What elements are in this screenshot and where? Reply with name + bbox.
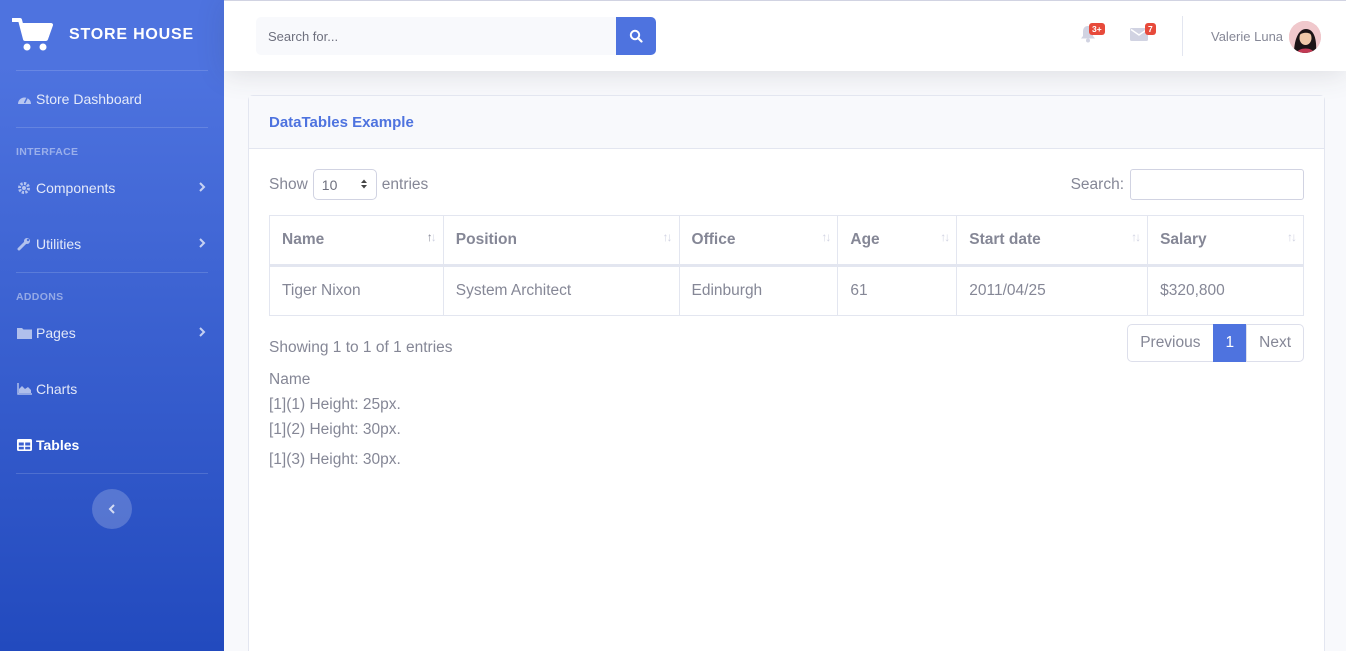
brand-link[interactable]: STORE HOUSE xyxy=(0,0,224,70)
avatar[interactable] xyxy=(1289,21,1321,53)
user-name[interactable]: Valerie Luna xyxy=(1211,29,1283,44)
table-cell: $320,800 xyxy=(1147,265,1304,316)
search-button[interactable] xyxy=(616,17,656,55)
table-cell: System Architect xyxy=(442,265,680,316)
sidebar-item-label: Charts xyxy=(36,381,78,397)
entries-label: entries xyxy=(381,175,429,193)
table-cell: 2011/04/25 xyxy=(956,265,1149,316)
note-line: [1](3) Height: 30px. xyxy=(269,451,401,468)
sidebar-heading-addons: ADDONS xyxy=(16,291,64,303)
table-filter: Search: xyxy=(1071,169,1304,200)
search-input[interactable] xyxy=(256,17,616,55)
note-line: Name xyxy=(269,371,311,388)
alerts-button[interactable]: 3+ xyxy=(1080,23,1105,48)
sidebar-item-components[interactable]: Components xyxy=(0,160,224,216)
column-header-salary[interactable]: Salary ↑↓ xyxy=(1147,215,1304,267)
sort-icon: ↑↓ xyxy=(940,230,950,244)
note-line: [1](1) Height: 25px. xyxy=(269,396,401,413)
sidebar-item-label: Utilities xyxy=(36,236,82,252)
sidebar-item-tables[interactable]: Tables xyxy=(0,417,224,473)
table-header-row: Name ↑↓ Position ↑↓ Office ↑↓ Age ↑↓ Sta… xyxy=(269,215,1304,267)
sidebar-item-label: Tables xyxy=(36,437,80,453)
cart-icon xyxy=(12,18,53,51)
messages-badge: 7 xyxy=(1145,23,1156,35)
table-cell: Edinburgh xyxy=(678,265,839,316)
pagination: Previous 1 Next xyxy=(1127,324,1304,362)
data-table: Name ↑↓ Position ↑↓ Office ↑↓ Age ↑↓ Sta… xyxy=(269,215,1304,316)
card-body: Show 10 entries Search: Name ↑↓ Position… xyxy=(249,149,1324,468)
column-header-position[interactable]: Position ↑↓ xyxy=(442,215,680,267)
datatable-card: DataTables Example Show 10 entries Searc… xyxy=(248,95,1325,651)
search-label: Search: xyxy=(1070,175,1124,193)
table-cell: 61 xyxy=(837,265,958,316)
column-header-start-date[interactable]: Start date ↑↓ xyxy=(956,215,1149,267)
table-cell: Tiger Nixon xyxy=(269,265,444,316)
sidebar-item-pages[interactable]: Pages xyxy=(0,305,224,361)
table-info: Showing 1 to 1 of 1 entries xyxy=(269,339,453,356)
messages-button[interactable]: 7 xyxy=(1130,23,1156,46)
sort-icon: ↑↓ xyxy=(1287,230,1297,244)
sidebar: STORE HOUSE Store Dashboard INTERFACE Co… xyxy=(0,0,224,651)
brand-name: STORE HOUSE xyxy=(69,26,194,43)
topbar: 3+ 7 Valerie Luna xyxy=(224,0,1346,71)
note-line: [1](2) Height: 30px. xyxy=(269,421,401,438)
chevron-right-icon xyxy=(198,236,206,252)
table-icon xyxy=(16,439,32,451)
table-search-input[interactable] xyxy=(1130,169,1304,200)
topbar-search xyxy=(256,17,656,55)
tachometer-icon xyxy=(16,93,32,105)
sidebar-item-utilities[interactable]: Utilities xyxy=(0,216,224,272)
notes: Name [1](1) Height: 25px. [1](2) Height:… xyxy=(269,367,401,472)
sidebar-item-label: Components xyxy=(36,180,116,196)
folder-icon xyxy=(16,327,32,339)
topbar-divider xyxy=(1182,16,1183,56)
sort-icon: ↑↓ xyxy=(426,230,437,244)
sidebar-item-label: Store Dashboard xyxy=(36,91,142,107)
show-label: Show xyxy=(269,175,308,193)
page-length-control: Show 10 entries xyxy=(269,169,428,200)
sidebar-divider xyxy=(16,473,208,474)
card-header: DataTables Example xyxy=(249,96,1324,149)
pagination-next-button[interactable]: Next xyxy=(1246,324,1304,362)
sidebar-item-dashboard[interactable]: Store Dashboard xyxy=(0,71,224,127)
chevron-right-icon xyxy=(198,180,206,196)
search-icon xyxy=(629,29,643,43)
chart-area-icon xyxy=(16,383,32,395)
alerts-badge: 3+ xyxy=(1089,23,1105,35)
page-length-select[interactable]: 10 xyxy=(312,169,377,200)
chevron-right-icon xyxy=(198,325,206,341)
pagination-previous-button[interactable]: Previous xyxy=(1127,324,1214,362)
pagination-page-1[interactable]: 1 xyxy=(1212,324,1248,362)
gear-icon xyxy=(16,181,32,195)
sidebar-item-label: Pages xyxy=(36,325,76,341)
table-row: Tiger Nixon System Architect Edinburgh 6… xyxy=(269,265,1304,316)
chevron-left-icon xyxy=(108,504,115,514)
sort-icon: ↑↓ xyxy=(821,230,831,244)
sort-icon: ↑↓ xyxy=(1131,230,1141,244)
column-header-age[interactable]: Age ↑↓ xyxy=(837,215,958,267)
column-header-office[interactable]: Office ↑↓ xyxy=(678,215,839,267)
card-title: DataTables Example xyxy=(269,113,414,131)
sidebar-toggle-button[interactable] xyxy=(92,489,132,529)
sidebar-item-charts[interactable]: Charts xyxy=(0,361,224,417)
sidebar-heading-interface: INTERFACE xyxy=(16,146,79,158)
column-header-name[interactable]: Name ↑↓ xyxy=(269,215,444,267)
wrench-icon xyxy=(16,237,32,251)
sort-icon: ↑↓ xyxy=(662,230,673,244)
